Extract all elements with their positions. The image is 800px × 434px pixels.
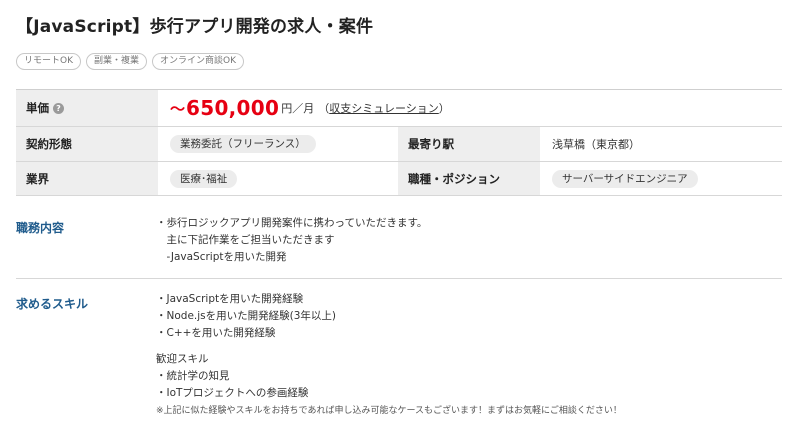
contract-value: 業務委託（フリーランス） [170,135,316,153]
required-skill: ・JavaScriptを用いた開発経験 [156,293,304,305]
position-cell: サーバーサイドエンジニア [540,162,782,195]
duties-line: -JavaScriptを用いた開発 [156,251,287,263]
skills-label: 求めるスキル [16,297,89,311]
tag-online-meeting: オンライン商談OK [152,53,245,70]
price-value: 650,000 [186,96,280,120]
station-label: 最寄り駅 [398,127,540,161]
welcome-skills-title: 歓迎スキル [156,353,209,365]
station-cell: 浅草橋（東京都） [540,127,782,161]
tag-remote: リモートOK [16,53,81,70]
duties-section: 職務内容 ・歩行ロジックアプリ開発案件に携わっていただきます。 主に下記作業をご… [16,212,782,272]
contract-label: 契約形態 [16,127,158,161]
section-divider [16,278,782,279]
feature-tags: リモートOK 副業・複業 オンライン商談OK [16,53,245,70]
price-label: 単価 [26,101,49,115]
required-skill: ・Node.jsを用いた開発経験(3年以上) [156,310,337,322]
income-simulation: （収支シミュレーション） [318,102,450,115]
station-value: 浅草橋（東京都） [552,138,640,151]
price-unit: 円／月 [281,102,315,115]
contract-cell: 業務委託（フリーランス） [158,127,398,161]
welcome-skill: ・統計学の知見 [156,370,230,382]
position-label: 職種・ポジション [398,162,540,195]
spec-row-industry: 業界 医療･福祉 職種・ポジション サーバーサイドエンジニア [16,162,782,196]
required-skill: ・C++を用いた開発経験 [156,327,276,339]
industry-label: 業界 [16,162,158,195]
income-simulation-link[interactable]: 収支シミュレーション [329,102,439,115]
duties-body: ・歩行ロジックアプリ開発案件に携わっていただきます。 主に下記作業をご担当いただ… [156,215,427,266]
spec-table: 単価 ? ～ 650,000 円／月 （収支シミュレーション） 契約形態 業務委… [16,89,782,196]
page-title: 【JavaScript】歩行アプリ開発の求人・案件 [16,17,374,37]
price-prefix: ～ [170,99,186,118]
price-header: 単価 ? [16,90,158,126]
duties-line: ・歩行ロジックアプリ開発案件に携わっていただきます。 [156,217,428,229]
skills-section: 求めるスキル ・JavaScriptを用いた開発経験 ・Node.jsを用いた開… [16,288,782,428]
spec-row-price: 単価 ? ～ 650,000 円／月 （収支シミュレーション） [16,90,782,127]
industry-cell: 医療･福祉 [158,162,398,195]
welcome-skill: ・IoTプロジェクトへの参画経験 [156,387,309,399]
help-icon[interactable]: ? [53,102,64,114]
duties-label: 職務内容 [16,221,65,235]
duties-line: 主に下記作業をご担当いただきます [156,234,335,246]
skills-note: ※上記に似た経験やスキルをお持ちであれば申し込み可能なケースもございます！まずは… [156,406,622,416]
skills-body: ・JavaScriptを用いた開発経験 ・Node.jsを用いた開発経験(3年以… [156,291,622,420]
price-cell: ～ 650,000 円／月 （収支シミュレーション） [158,90,782,126]
position-value: サーバーサイドエンジニア [552,169,698,188]
industry-value: 医療･福祉 [170,169,238,188]
spec-row-contract: 契約形態 業務委託（フリーランス） 最寄り駅 浅草橋（東京都） [16,127,782,162]
tag-side-job: 副業・複業 [86,53,148,70]
